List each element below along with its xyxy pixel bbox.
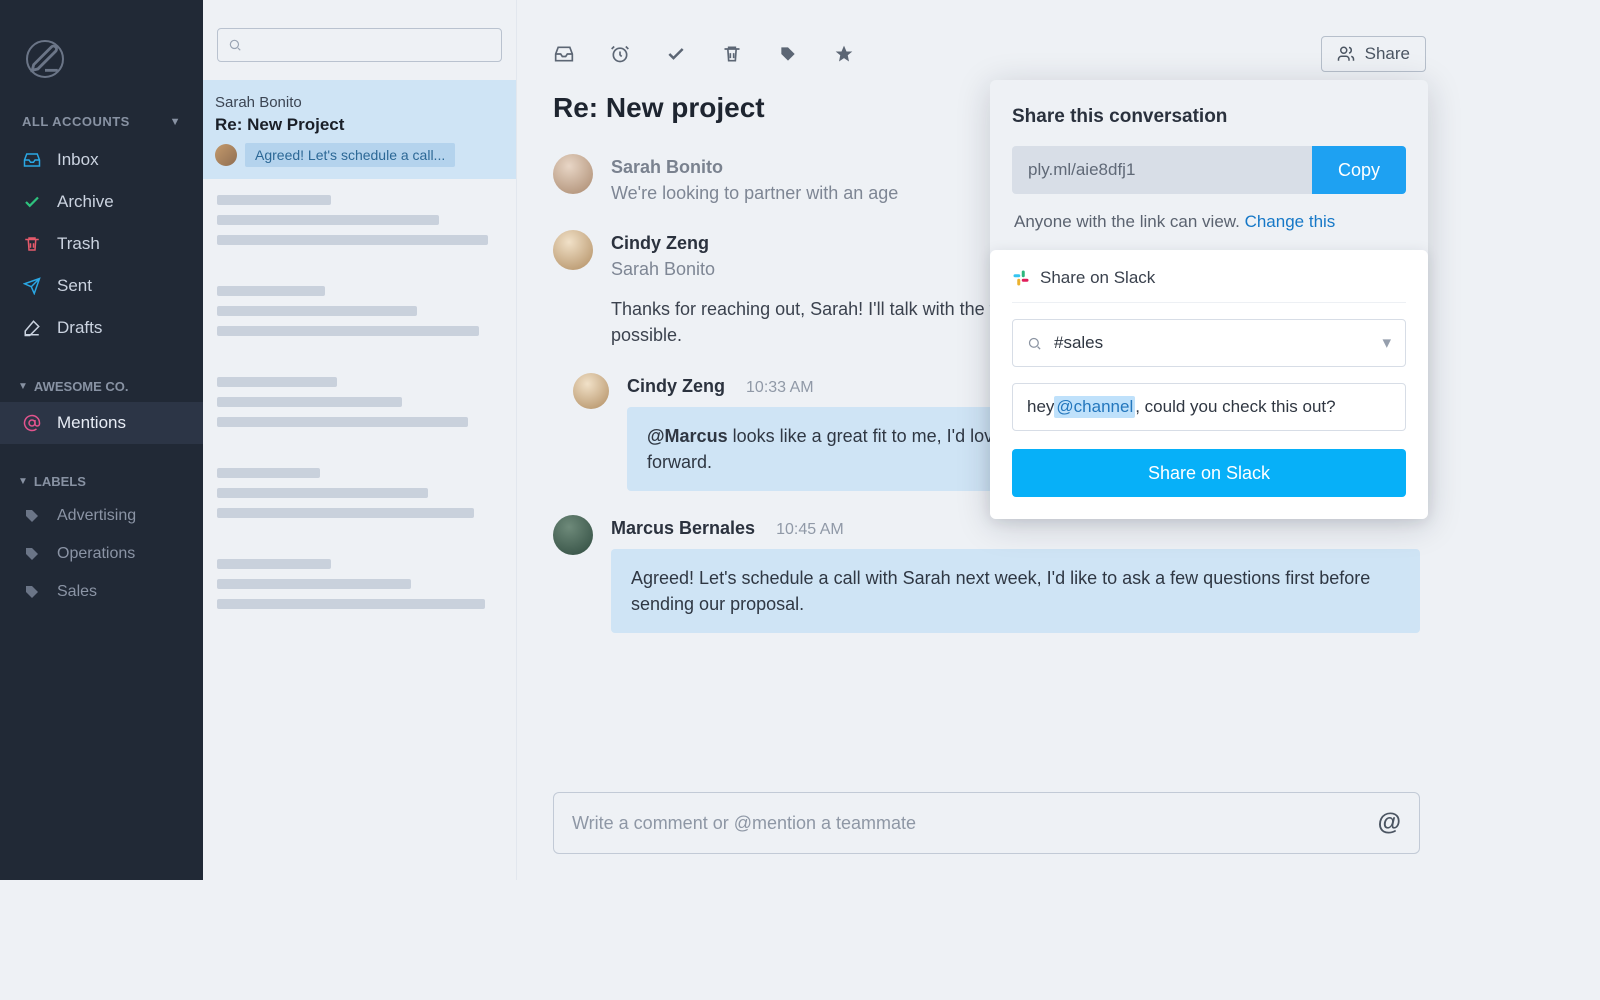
- share-button[interactable]: Share: [1321, 36, 1426, 72]
- conversation-item-placeholder[interactable]: [203, 361, 516, 452]
- nav-sent-label: Sent: [57, 276, 92, 296]
- nav-archive-label: Archive: [57, 192, 114, 212]
- search-field[interactable]: [248, 38, 491, 53]
- nav-inbox[interactable]: Inbox: [0, 139, 203, 181]
- message-author: Cindy Zeng: [627, 376, 725, 396]
- labels-header[interactable]: ▼ LABELS: [0, 474, 203, 497]
- message-author: Marcus Bernales: [611, 518, 755, 538]
- avatar: [553, 515, 593, 555]
- at-icon[interactable]: @: [1378, 809, 1401, 837]
- check-icon: [22, 193, 42, 211]
- compose-placeholder: Write a comment or @mention a teammate: [572, 813, 916, 834]
- message-time: 10:45 AM: [776, 521, 844, 538]
- label-text: Operations: [57, 545, 135, 563]
- search-icon: [1027, 336, 1042, 351]
- conversation-subject: Re: New Project: [215, 115, 504, 135]
- conversation-item-placeholder[interactable]: [203, 270, 516, 361]
- toolbar: Share: [517, 0, 1456, 82]
- nav-archive[interactable]: Archive: [0, 181, 203, 223]
- slack-msg-prefix: hey: [1027, 397, 1054, 417]
- search-input[interactable]: [217, 28, 502, 62]
- tag-icon: [22, 545, 42, 563]
- share-permission: Anyone with the link can view. Change th…: [1014, 212, 1404, 232]
- slack-msg-suffix: , could you check this out?: [1135, 397, 1335, 417]
- share-title: Share this conversation: [1012, 106, 1406, 128]
- star-icon[interactable]: [833, 43, 855, 65]
- nav-mentions-label: Mentions: [57, 413, 126, 433]
- label-text: Sales: [57, 583, 97, 601]
- tag-icon: [22, 507, 42, 525]
- conversation-item-placeholder[interactable]: [203, 452, 516, 543]
- delete-icon[interactable]: [721, 43, 743, 65]
- at-icon: [22, 414, 42, 432]
- conversation-item-selected[interactable]: Sarah Bonito Re: New Project Agreed! Let…: [203, 80, 516, 179]
- team-header[interactable]: ▼ AWESOME CO.: [0, 379, 203, 402]
- slack-channel-value: #sales: [1054, 333, 1103, 353]
- thread-view: Share Re: New project Sarah Bonito We're…: [517, 0, 1456, 880]
- chevron-down-icon: ▼: [18, 381, 28, 392]
- slack-mention: @channel: [1054, 396, 1135, 418]
- nav-trash[interactable]: Trash: [0, 223, 203, 265]
- drafts-icon: [22, 319, 42, 337]
- slack-share-card: Share on Slack #sales ▾ hey @channel, co…: [990, 250, 1428, 519]
- share-perm-text: Anyone with the link can view.: [1014, 212, 1245, 231]
- slack-icon: [1012, 269, 1030, 287]
- sidebar: ALL ACCOUNTS ▼ Inbox Archive Trash Sent …: [0, 0, 203, 880]
- compose-input[interactable]: Write a comment or @mention a teammate @: [553, 792, 1420, 854]
- conversation-item-placeholder[interactable]: [203, 543, 516, 634]
- snooze-icon[interactable]: [609, 43, 631, 65]
- labels-header-label: LABELS: [34, 474, 86, 489]
- conversation-item-placeholder[interactable]: [203, 179, 516, 270]
- slack-message-input[interactable]: hey @channel, could you check this out?: [1012, 383, 1406, 431]
- slack-channel-select[interactable]: #sales ▾: [1012, 319, 1406, 367]
- nav-mentions[interactable]: Mentions: [0, 402, 203, 444]
- label-advertising[interactable]: Advertising: [0, 497, 203, 535]
- team-header-label: AWESOME CO.: [34, 379, 129, 394]
- inbox-icon: [22, 151, 42, 169]
- nav-inbox-label: Inbox: [57, 150, 99, 170]
- label-icon[interactable]: [777, 43, 799, 65]
- nav-drafts-label: Drafts: [57, 318, 102, 338]
- label-text: Advertising: [57, 507, 136, 525]
- done-icon[interactable]: [665, 43, 687, 65]
- change-permission-link[interactable]: Change this: [1245, 212, 1336, 231]
- inbox-icon[interactable]: [553, 43, 575, 65]
- message-time: 10:33 AM: [746, 379, 814, 396]
- avatar: [553, 230, 593, 270]
- slack-header-label: Share on Slack: [1040, 268, 1155, 288]
- avatar: [553, 154, 593, 194]
- copy-button[interactable]: Copy: [1312, 146, 1406, 194]
- label-sales[interactable]: Sales: [0, 573, 203, 611]
- chevron-down-icon: ▼: [18, 476, 28, 487]
- mention[interactable]: @Marcus: [647, 426, 728, 446]
- conversation-preview-chip: Agreed! Let's schedule a call...: [245, 143, 455, 167]
- share-on-slack-button[interactable]: Share on Slack: [1012, 449, 1406, 497]
- chevron-down-icon: ▾: [1382, 333, 1391, 353]
- accounts-header-label: ALL ACCOUNTS: [22, 114, 130, 129]
- people-icon: [1337, 45, 1355, 63]
- avatar: [215, 144, 237, 166]
- search-icon: [228, 38, 242, 52]
- nav-drafts[interactable]: Drafts: [0, 307, 203, 349]
- conversation-from: Sarah Bonito: [215, 94, 504, 111]
- label-operations[interactable]: Operations: [0, 535, 203, 573]
- chevron-down-icon: ▼: [170, 116, 181, 128]
- nav-sent[interactable]: Sent: [0, 265, 203, 307]
- trash-icon: [22, 235, 42, 253]
- share-button-label: Share: [1365, 44, 1410, 64]
- message[interactable]: Marcus Bernales 10:45 AM Agreed! Let's s…: [517, 509, 1456, 651]
- accounts-header[interactable]: ALL ACCOUNTS ▼: [0, 114, 203, 139]
- comment-bubble: Agreed! Let's schedule a call with Sarah…: [611, 549, 1420, 633]
- send-icon: [22, 277, 42, 295]
- compose-icon[interactable]: [26, 40, 64, 78]
- tag-icon: [22, 583, 42, 601]
- avatar: [573, 373, 609, 409]
- conversation-list: Sarah Bonito Re: New Project Agreed! Let…: [203, 0, 517, 880]
- nav-trash-label: Trash: [57, 234, 100, 254]
- share-popover: Share this conversation ply.ml/aie8dfj1 …: [990, 80, 1428, 519]
- share-link[interactable]: ply.ml/aie8dfj1: [1012, 146, 1312, 194]
